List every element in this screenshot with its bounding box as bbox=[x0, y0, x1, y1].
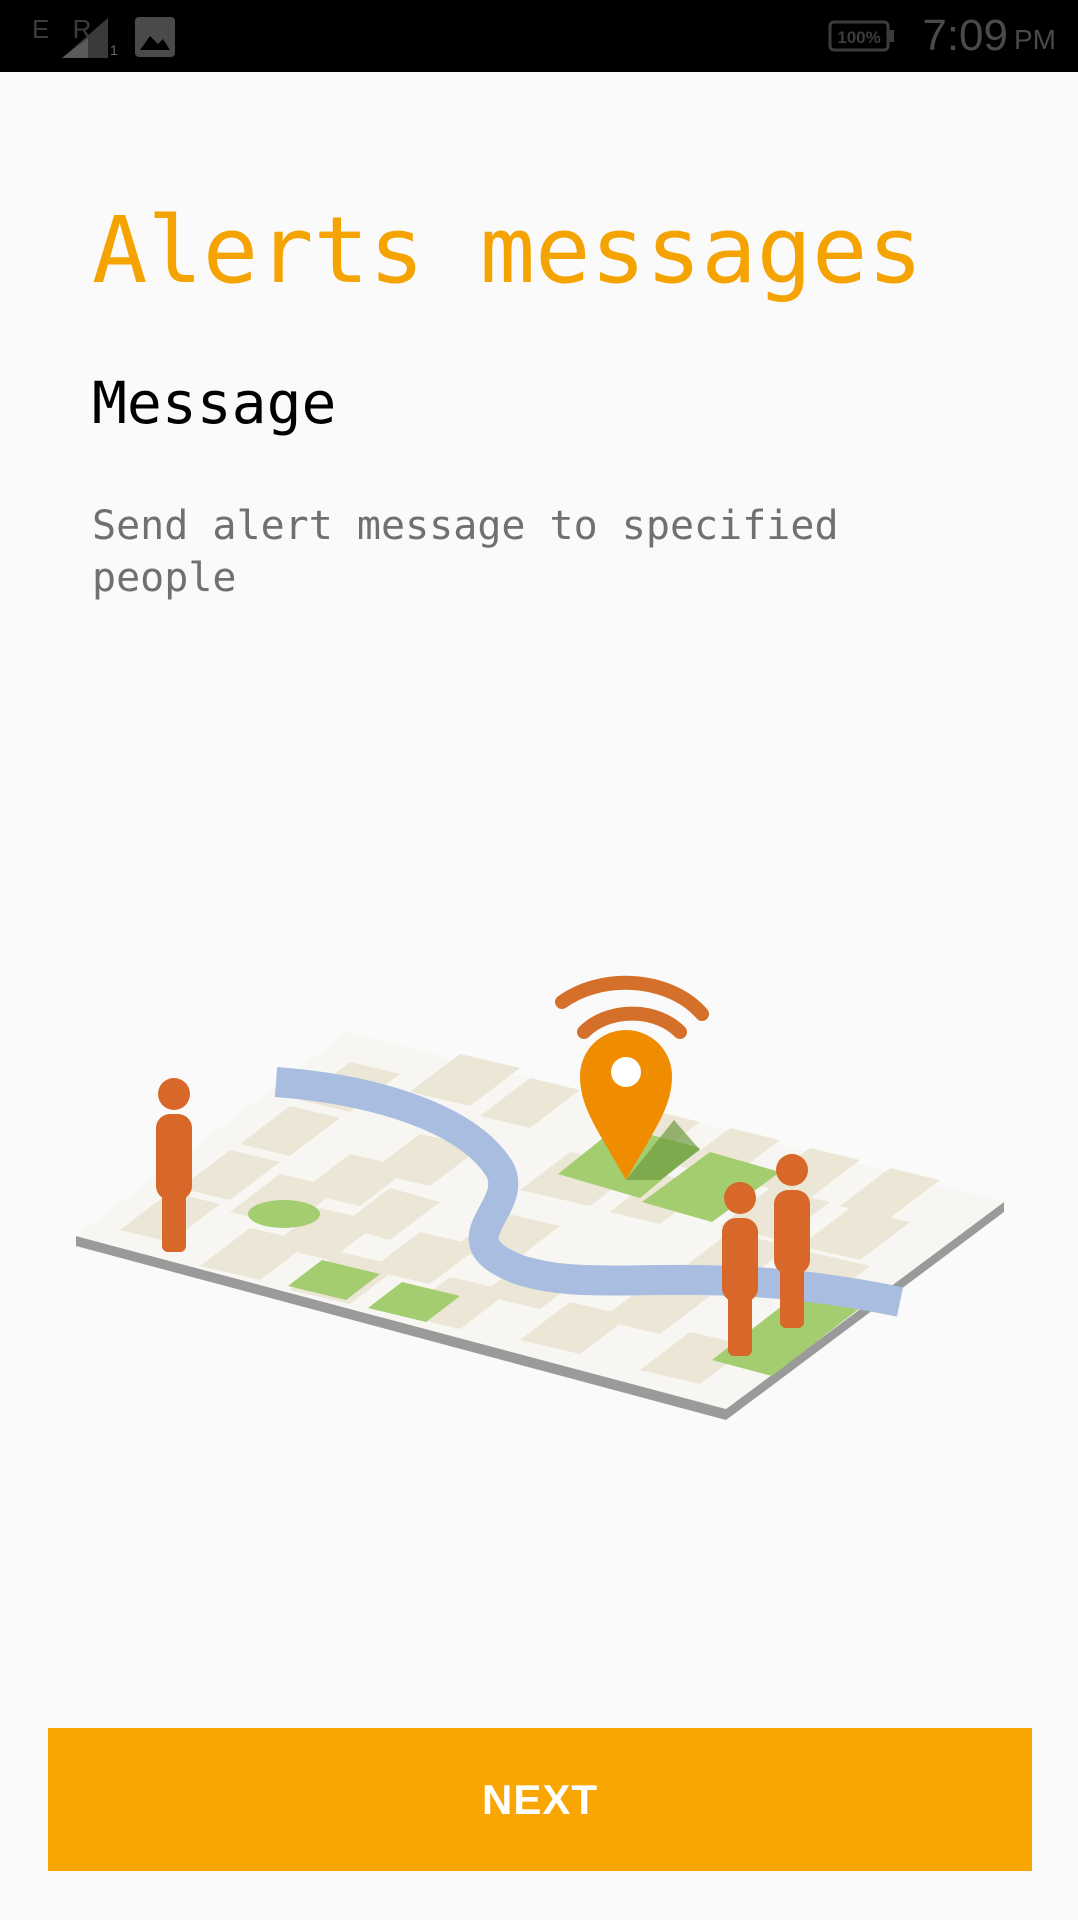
section-subtitle: Message bbox=[92, 369, 337, 437]
status-left: E R 1 bbox=[26, 12, 176, 62]
battery-level: 100% bbox=[838, 28, 881, 47]
gallery-icon bbox=[135, 17, 175, 57]
clock-ampm: PM bbox=[1014, 24, 1056, 55]
page-title: Alerts messages bbox=[92, 197, 923, 304]
city-map-illustration bbox=[76, 975, 1004, 1420]
clock-time: 7:09 bbox=[922, 11, 1008, 60]
sim-slot-number: 1 bbox=[110, 42, 118, 58]
screen: E R 1 100% 7:09 PM Alerts messages Messa… bbox=[0, 0, 1078, 1920]
status-bar: E R 1 100% 7:09 PM bbox=[0, 0, 1078, 72]
next-button[interactable]: NEXT bbox=[48, 1728, 1032, 1871]
battery-icon: 100% bbox=[828, 20, 895, 52]
broadcast-waves bbox=[555, 975, 709, 1039]
signal-icon bbox=[62, 18, 108, 58]
description-text: Send alert message to specified people bbox=[92, 503, 839, 601]
carrier-indicator: E R 1 bbox=[26, 12, 118, 62]
status-right: 100% 7:09 PM bbox=[828, 8, 1056, 64]
